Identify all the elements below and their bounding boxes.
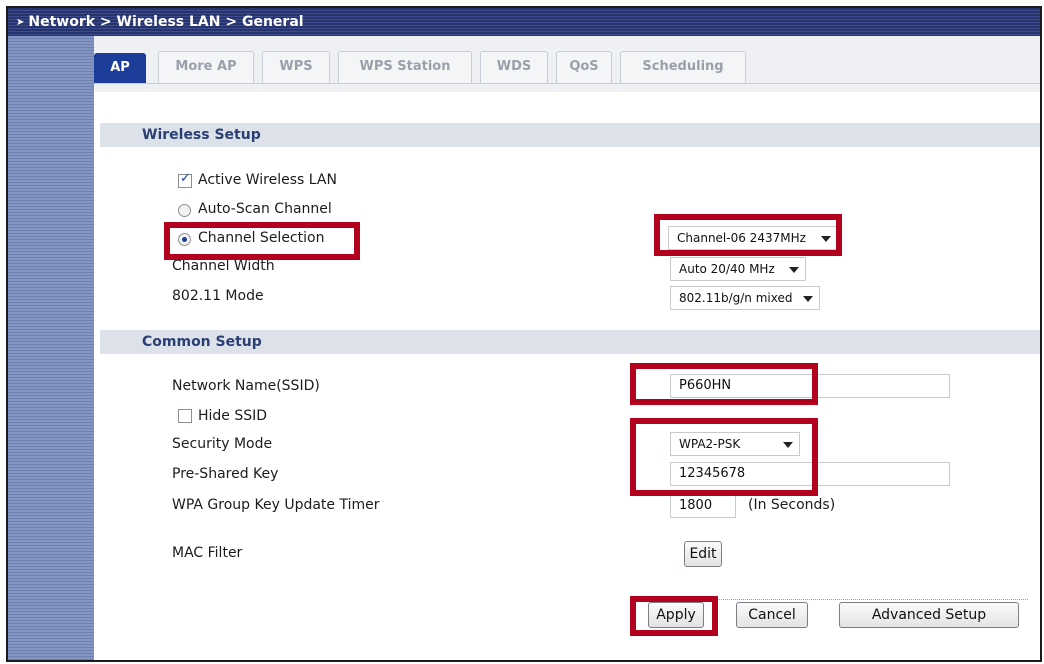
ssid-label: Network Name(SSID) — [172, 378, 320, 394]
channel-select-value: Channel-06 2437MHz — [677, 231, 806, 245]
advanced-setup-button[interactable]: Advanced Setup — [839, 602, 1019, 628]
active-wireless-lan-label: Active Wireless LAN — [198, 172, 337, 188]
timer-unit: (In Seconds) — [748, 497, 836, 513]
chevron-down-icon — [789, 267, 799, 273]
hide-ssid-checkbox[interactable] — [178, 409, 192, 423]
psk-label: Pre-Shared Key — [172, 466, 279, 482]
chevron-down-icon — [803, 296, 813, 302]
common-setup-header: Common Setup — [100, 330, 1040, 354]
channel-width-value: Auto 20/40 MHz — [679, 262, 775, 276]
security-mode-select[interactable]: WPA2-PSK — [670, 432, 800, 456]
hide-ssid-label: Hide SSID — [198, 408, 268, 424]
left-navigation — [8, 36, 94, 660]
chevron-down-icon — [821, 236, 831, 242]
channel-width-select[interactable]: Auto 20/40 MHz — [670, 257, 806, 281]
tab-divider — [94, 83, 1040, 84]
tab-wps-station[interactable]: WPS Station — [338, 51, 472, 83]
chevron-down-icon — [783, 442, 793, 448]
channel-width-label: Channel Width — [172, 258, 275, 274]
timer-input[interactable]: 1800 — [670, 494, 736, 518]
mode-select[interactable]: 802.11b/g/n mixed — [670, 286, 820, 310]
divider — [648, 599, 1028, 600]
security-mode-label: Security Mode — [172, 436, 273, 452]
channel-selection-label: Channel Selection — [198, 230, 325, 246]
auto-scan-channel-radio[interactable] — [178, 204, 191, 217]
channel-select[interactable]: Channel-06 2437MHz — [668, 226, 838, 250]
psk-input[interactable]: 12345678 — [670, 462, 950, 486]
breadcrumb: ➤ Network > Wireless LAN > General — [8, 8, 1040, 36]
active-wireless-lan-checkbox[interactable] — [178, 171, 192, 188]
mode-select-value: 802.11b/g/n mixed — [679, 291, 793, 305]
breadcrumb-text: Network > Wireless LAN > General — [28, 14, 304, 30]
tab-wds[interactable]: WDS — [480, 51, 548, 83]
tab-ap[interactable]: AP — [94, 53, 146, 83]
channel-selection-radio[interactable] — [178, 233, 191, 246]
apply-button[interactable]: Apply — [648, 602, 704, 628]
mode-label: 802.11 Mode — [172, 288, 264, 304]
chevron-right-icon: ➤ — [16, 17, 25, 28]
wireless-setup-header: Wireless Setup — [100, 123, 1040, 147]
ssid-input[interactable]: P660HN — [670, 374, 950, 398]
edit-button[interactable]: Edit — [684, 541, 722, 567]
cancel-button[interactable]: Cancel — [736, 602, 808, 628]
auto-scan-channel-label: Auto-Scan Channel — [198, 201, 332, 217]
tab-scheduling[interactable]: Scheduling — [620, 51, 746, 83]
tab-qos[interactable]: QoS — [556, 51, 612, 83]
window-frame: ➤ Network > Wireless LAN > General AP Mor… — [6, 6, 1042, 662]
mac-filter-label: MAC Filter — [172, 545, 243, 561]
security-mode-value: WPA2-PSK — [679, 437, 741, 451]
tab-wps[interactable]: WPS — [262, 51, 330, 83]
timer-label: WPA Group Key Update Timer — [172, 497, 380, 513]
tab-more-ap[interactable]: More AP — [158, 51, 254, 83]
